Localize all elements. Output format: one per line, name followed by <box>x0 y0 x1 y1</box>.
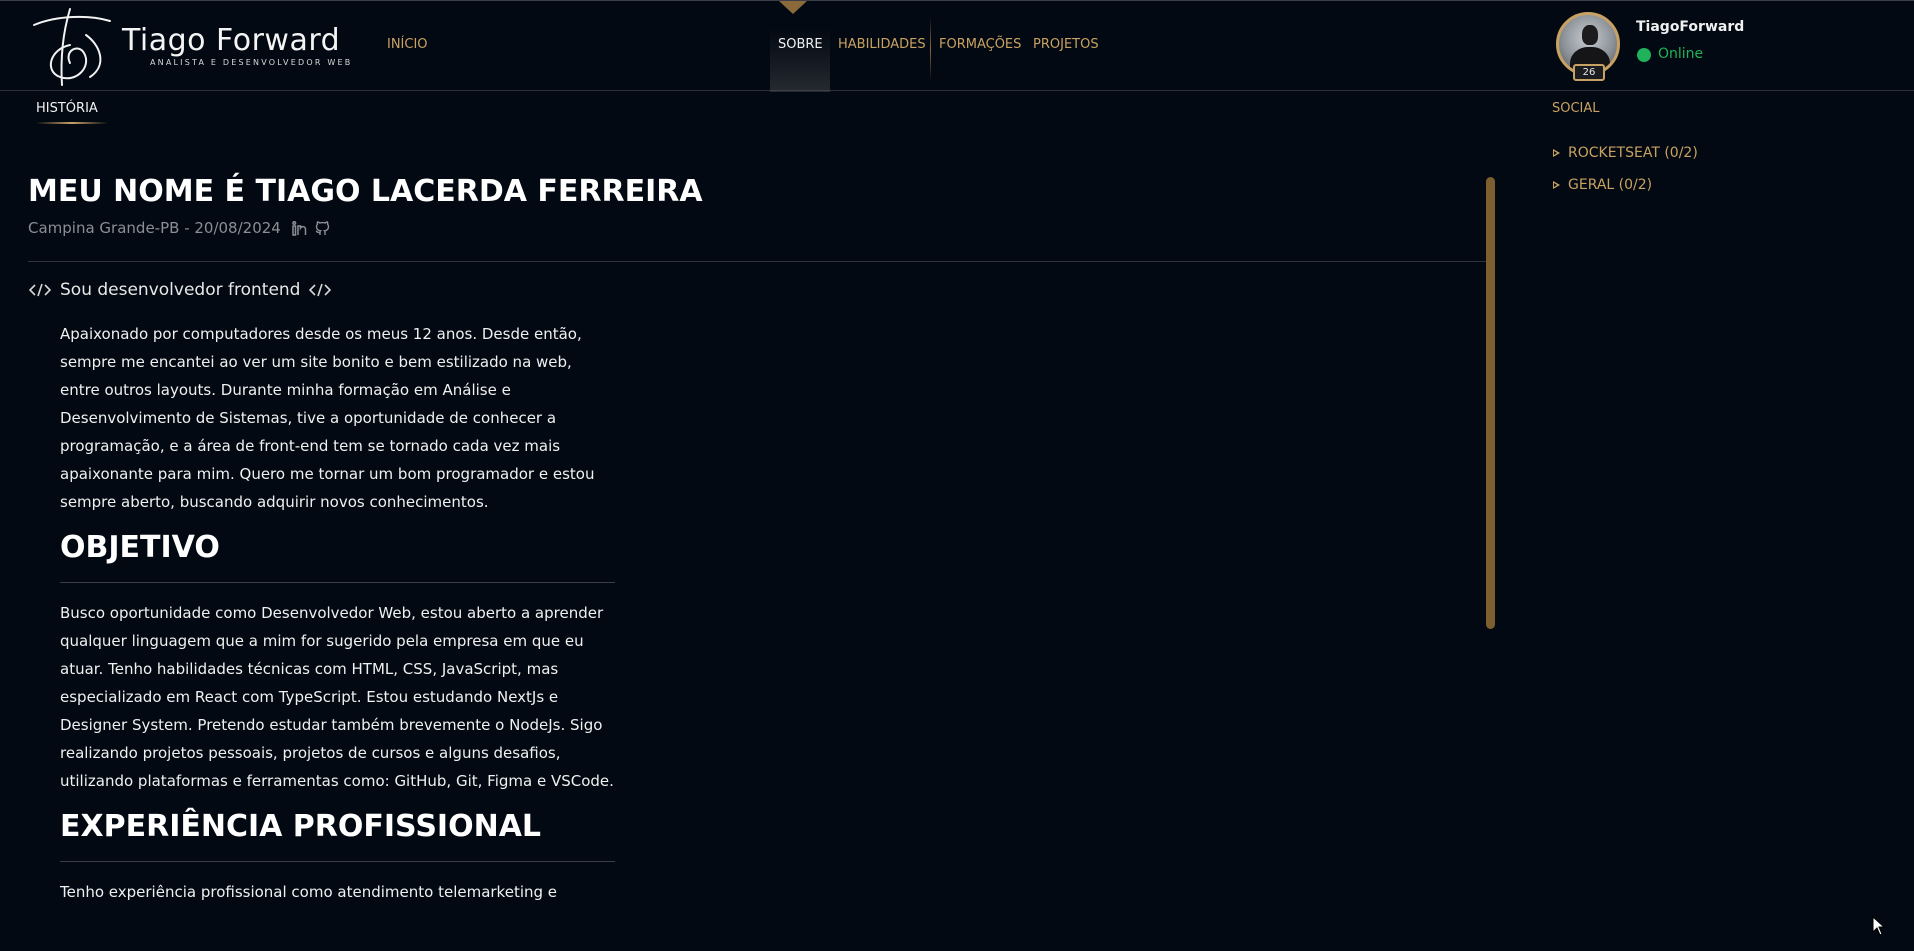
status-online-icon <box>1637 48 1651 62</box>
code-heading: Sou desenvolvedor frontend <box>28 280 332 300</box>
social-item-label: GERAL (0/2) <box>1568 177 1653 193</box>
tab-sobre[interactable]: SOBRE <box>770 1 830 92</box>
code-heading-text: Sou desenvolvedor frontend <box>60 280 301 300</box>
about-content: Apaixonado por computadores desde os meu… <box>60 320 615 906</box>
social-item-rocketseat[interactable]: ROCKETSEAT (0/2) <box>1553 145 1698 161</box>
social-title: SOCIAL <box>1552 101 1600 116</box>
top-header: Tiago Forward ANALISTA E DESENVOLVEDOR W… <box>0 0 1914 92</box>
nav-home-link[interactable]: INÍCIO <box>387 37 428 52</box>
section-tab-historia[interactable]: HISTÓRIA <box>36 101 98 116</box>
avatar-head <box>1582 25 1598 45</box>
brand-subtitle: ANALISTA E DESENVOLVEDOR WEB <box>150 58 353 67</box>
content-scrollbar-thumb[interactable] <box>1486 177 1495 629</box>
location-date: Campina Grande-PB - 20/08/2024 <box>28 219 281 237</box>
tab-projetos[interactable]: PROJETOS <box>1031 1 1111 92</box>
experience-heading: EXPERIÊNCIA PROFISSIONAL <box>60 809 542 844</box>
profile-username[interactable]: TiagoForward <box>1636 19 1744 35</box>
level-badge: 26 <box>1573 64 1605 81</box>
triangle-right-icon <box>1553 181 1560 189</box>
code-icon <box>28 283 52 297</box>
objective-rule <box>60 582 615 583</box>
brand-title[interactable]: Tiago Forward <box>122 23 340 58</box>
linkedin-icon[interactable] <box>291 220 308 237</box>
page-title: MEU NOME É TIAGO LACERDA FERREIRA <box>28 174 703 209</box>
section-tab-underline <box>36 122 108 124</box>
social-item-label: ROCKETSEAT (0/2) <box>1568 145 1698 161</box>
brand-logo-icon[interactable] <box>30 5 126 89</box>
tab-formacoes[interactable]: FORMAÇÕES <box>931 1 1031 92</box>
main-nav: SOBRE HABILIDADES FORMAÇÕES PROJETOS <box>770 1 1111 92</box>
experience-paragraph: Tenho experiência profissional como aten… <box>60 883 558 901</box>
mouse-cursor-icon <box>1872 916 1886 936</box>
triangle-right-icon <box>1553 149 1560 157</box>
objective-heading: OBJETIVO <box>60 530 220 565</box>
location-date-line: Campina Grande-PB - 20/08/2024 <box>28 219 331 237</box>
intro-paragraph: Apaixonado por computadores desde os meu… <box>60 325 595 511</box>
github-icon[interactable] <box>314 220 331 237</box>
objective-paragraph: Busco oportunidade como Desenvolvedor We… <box>60 604 614 790</box>
experience-rule <box>60 861 615 862</box>
content-divider <box>28 261 1488 262</box>
social-item-geral[interactable]: GERAL (0/2) <box>1553 177 1652 193</box>
profile-status: Online <box>1658 46 1704 62</box>
code-icon <box>309 283 332 297</box>
tab-habilidades[interactable]: HABILIDADES <box>830 1 930 92</box>
